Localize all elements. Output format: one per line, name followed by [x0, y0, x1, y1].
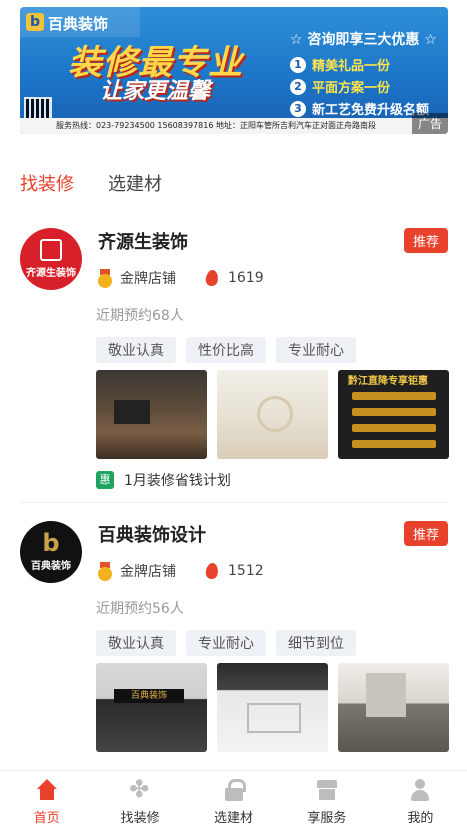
- promo-bar: [352, 408, 436, 416]
- promo-row[interactable]: 惠 1月装修省钱计划: [96, 470, 231, 490]
- ad-banner[interactable]: b 百典装饰 装修最专业 让家更温馨 ☆ 咨询即享三大优惠 ☆ 1 精美礼品一份…: [20, 7, 448, 134]
- banner-offer-1: 1 精美礼品一份: [290, 55, 390, 74]
- banner-subheadline: 让家更温馨: [100, 79, 211, 104]
- offer-text: 精美礼品一份: [312, 59, 391, 74]
- case-photo[interactable]: 百典装饰: [96, 663, 207, 752]
- tab-select-materials[interactable]: 选建材: [108, 170, 162, 196]
- case-photo[interactable]: 黔江直降专享钜惠: [338, 370, 449, 459]
- store-logo-icon: b: [42, 529, 60, 557]
- user-icon: [409, 779, 431, 801]
- nav-label: 享服务: [307, 811, 347, 826]
- offer-number: 1: [290, 56, 306, 73]
- medal-icon: [98, 562, 112, 581]
- nav-select-materials[interactable]: 选建材: [187, 771, 280, 828]
- store-level: 金牌店铺: [120, 564, 176, 580]
- discount-icon: 惠: [96, 471, 114, 489]
- store-name[interactable]: 齐源生装饰: [98, 228, 188, 254]
- avatar-text: 齐源生装饰: [26, 268, 76, 279]
- store-photos: 百典装饰: [96, 663, 449, 752]
- recommend-badge: 推荐: [403, 521, 448, 546]
- fire-icon: [204, 269, 220, 287]
- store-heat: 1619: [228, 270, 264, 286]
- store-tags: 敬业认真 专业耐心 细节到位: [96, 630, 356, 656]
- ad-label: 广告: [411, 113, 448, 134]
- case-photo[interactable]: [217, 370, 328, 459]
- brand-logo-icon: b: [26, 13, 44, 31]
- shop-icon: [316, 779, 338, 801]
- case-photo[interactable]: [338, 663, 449, 752]
- store-tag: 专业耐心: [276, 337, 356, 363]
- offer-number: 2: [290, 78, 306, 95]
- nav-label: 我的: [407, 811, 434, 826]
- promo-bar: [352, 424, 436, 432]
- avatar-text: 百典装饰: [31, 561, 71, 572]
- nav-find-decoration[interactable]: 找装修: [93, 771, 186, 828]
- store-name[interactable]: 百典装饰设计: [98, 521, 206, 547]
- promo-bar: [352, 440, 436, 448]
- clover-icon: [129, 775, 151, 803]
- category-tabs: 找装修 选建材: [20, 170, 162, 196]
- store-avatar[interactable]: b 百典装饰: [20, 521, 82, 583]
- store-meta: 金牌店铺 1619: [98, 268, 264, 288]
- nav-label: 找装修: [120, 811, 160, 826]
- store-card[interactable]: 齐源生装饰 齐源生装饰 推荐 金牌店铺 1619 近期预约68人 敬业认真 性价…: [20, 228, 449, 498]
- recommend-badge: 推荐: [403, 228, 448, 253]
- store-logo-icon: [40, 239, 62, 261]
- nav-home[interactable]: 首页: [0, 771, 93, 828]
- promo-text: 1月装修省钱计划: [124, 473, 231, 489]
- store-tag: 专业耐心: [186, 630, 266, 656]
- store-tag: 敬业认真: [96, 337, 176, 363]
- store-photos: 黔江直降专享钜惠: [96, 370, 449, 459]
- recent-bookings: 近期预约56人: [96, 601, 184, 617]
- nav-services[interactable]: 享服务: [280, 771, 373, 828]
- fire-icon: [204, 562, 220, 580]
- bottom-nav: 首页 找装修 选建材 享服务 我的: [0, 770, 467, 828]
- store-tag: 性价比高: [186, 337, 266, 363]
- photo-caption: 百典装饰: [114, 689, 184, 703]
- divider: [20, 502, 448, 503]
- store-tags: 敬业认真 性价比高 专业耐心: [96, 337, 356, 363]
- case-photo[interactable]: [217, 663, 328, 752]
- case-photo[interactable]: [96, 370, 207, 459]
- lock-icon: [223, 779, 246, 801]
- store-card[interactable]: b 百典装饰 百典装饰设计 推荐 金牌店铺 1512 近期预约56人 敬业认真 …: [20, 521, 449, 761]
- home-icon: [36, 779, 58, 801]
- banner-offer-title: ☆ 咨询即享三大优惠 ☆: [290, 32, 437, 48]
- offer-text: 平面方案一份: [312, 81, 391, 96]
- banner-offer-3: 3 新工艺免费升级名额: [290, 99, 429, 118]
- nav-profile[interactable]: 我的: [374, 771, 467, 828]
- store-heat: 1512: [228, 563, 264, 579]
- medal-icon: [98, 269, 112, 288]
- store-tag: 细节到位: [276, 630, 356, 656]
- nav-label: 选建材: [214, 811, 254, 826]
- store-avatar[interactable]: 齐源生装饰: [20, 228, 82, 290]
- photo-caption: 黔江直降专享钜惠: [348, 376, 428, 387]
- banner-footer: 服务热线：023-79234500 15608397816 地址：正阳车管所吉利…: [20, 118, 448, 134]
- banner-offer-2: 2 平面方案一份: [290, 77, 390, 96]
- tab-find-decoration[interactable]: 找装修: [20, 170, 74, 196]
- banner-brand: 百典装饰: [48, 15, 109, 33]
- recent-bookings: 近期预约68人: [96, 308, 184, 324]
- store-level: 金牌店铺: [120, 271, 176, 287]
- nav-label: 首页: [33, 811, 60, 826]
- store-tag: 敬业认真: [96, 630, 176, 656]
- offer-number: 3: [290, 100, 306, 117]
- promo-bar: [352, 392, 436, 400]
- store-meta: 金牌店铺 1512: [98, 561, 264, 581]
